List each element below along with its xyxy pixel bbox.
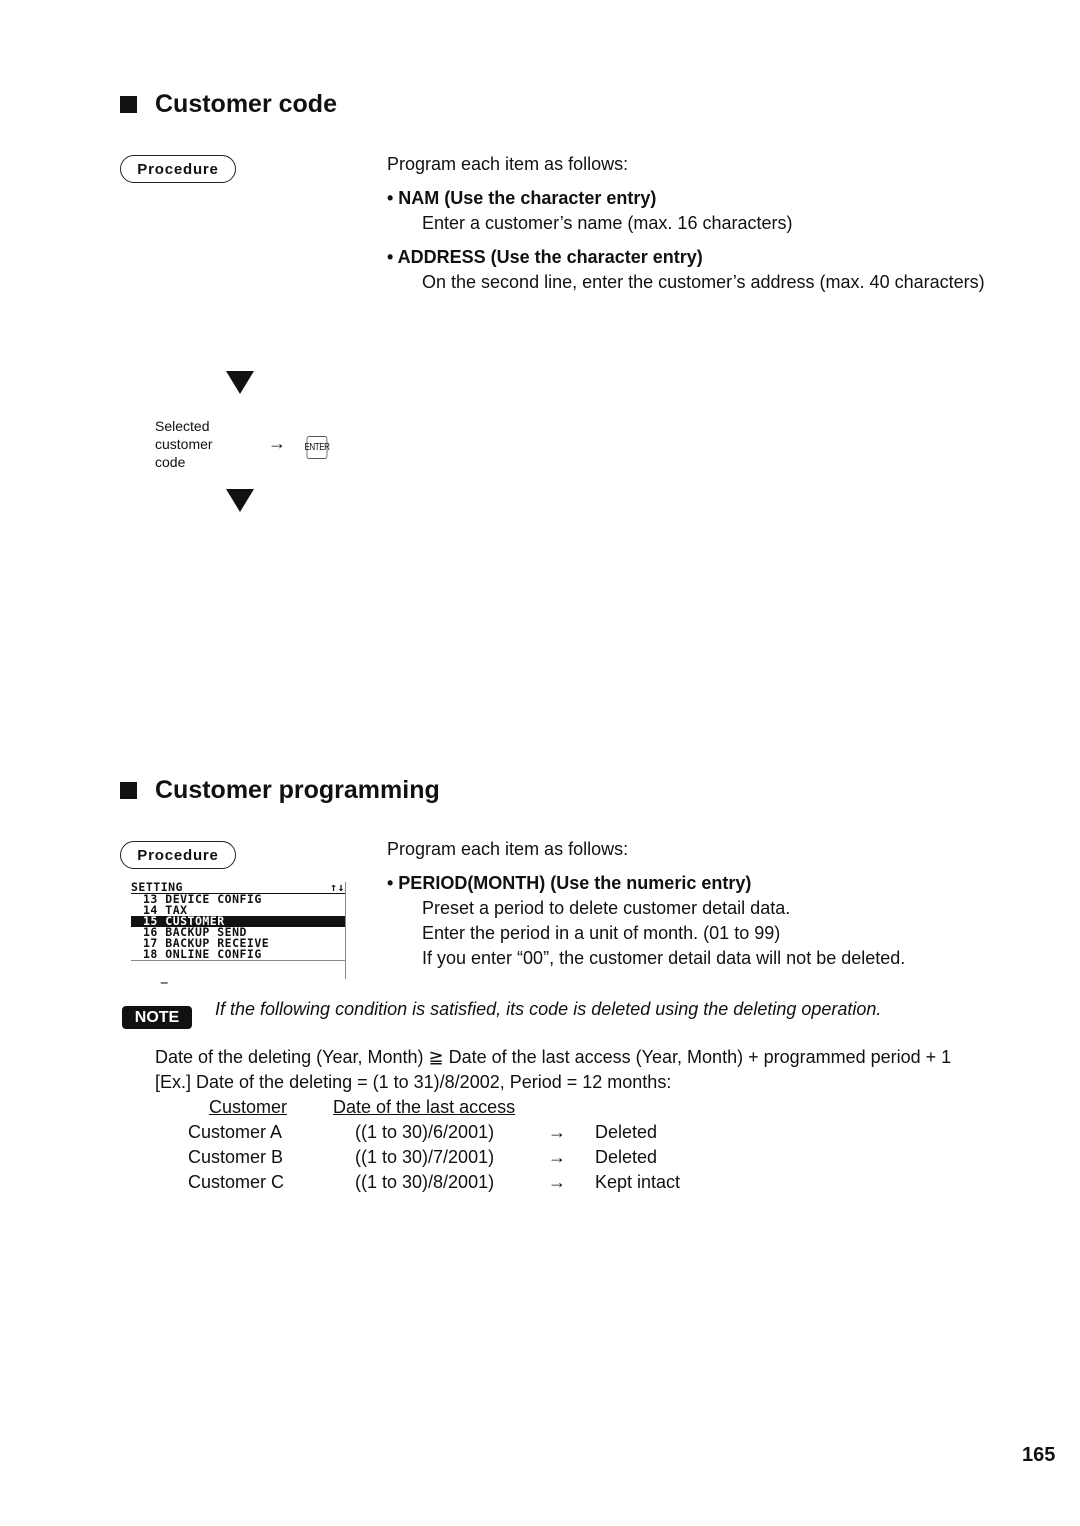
- right-arrow-icon: →: [268, 433, 286, 453]
- deletion-condition: Date of the deleting (Year, Month) ≧ Dat…: [155, 1047, 952, 1067]
- procedure-badge: Procedure: [120, 841, 236, 869]
- intro-text: Program each item as follows:: [387, 154, 629, 174]
- label-line: customer: [155, 436, 213, 452]
- cursor: _: [160, 970, 169, 984]
- item-label-nam: • NAM (Use the character entry): [387, 188, 657, 208]
- example-text: [Ex.] Date of the deleting = (1 to 31)/8…: [155, 1072, 672, 1092]
- note-text: If the following condition is satisfied,…: [215, 999, 882, 1019]
- item-desc-line: Enter the period in a unit of month. (01…: [422, 923, 781, 943]
- customer-name: Customer C: [188, 1172, 285, 1192]
- scroll-arrows-icon: ↑↓: [330, 880, 345, 894]
- section-heading-customer-programming: Customer programming: [120, 776, 440, 805]
- last-access-date: ((1 to 30)/8/2001): [355, 1172, 495, 1192]
- table-header-customer: Customer: [208, 1097, 288, 1117]
- customer-name: Customer A: [188, 1122, 283, 1142]
- square-bullet-icon: [120, 96, 137, 113]
- down-arrow-icon: [226, 489, 254, 512]
- item-label-address: • ADDRESS (Use the character entry): [387, 247, 703, 267]
- section-title: Customer programming: [155, 776, 440, 804]
- item-desc-address: On the second line, enter the customer’s…: [422, 272, 985, 292]
- enter-key-icon: ENTER: [304, 436, 330, 459]
- right-arrow-icon: →: [548, 1147, 566, 1167]
- intro-text: Program each item as follows:: [387, 839, 629, 859]
- table-header-date: Date of the last access: [333, 1097, 516, 1117]
- lcd-row: 18 ONLINE CONFIG: [143, 947, 262, 961]
- result: Deleted: [595, 1147, 658, 1167]
- result: Deleted: [595, 1122, 658, 1142]
- note-badge: NOTE: [122, 1006, 192, 1029]
- last-access-date: ((1 to 30)/7/2001): [355, 1147, 495, 1167]
- page-number: 165: [1022, 1444, 1056, 1466]
- down-arrow-icon: [226, 371, 254, 394]
- lcd-input-line: _: [131, 960, 345, 983]
- last-access-date: ((1 to 30)/6/2001): [355, 1122, 495, 1142]
- procedure-badge: Procedure: [120, 155, 236, 183]
- item-desc-nam: Enter a customer’s name (max. 16 charact…: [422, 213, 793, 233]
- result: Kept intact: [595, 1172, 681, 1192]
- customer-name: Customer B: [188, 1147, 284, 1167]
- item-desc-line: Preset a period to delete customer detai…: [422, 898, 791, 918]
- section-heading-customer-code: Customer code: [120, 90, 337, 119]
- lcd-screen: SETTING ↑↓ 13 DEVICE CONFIG 14 TAX 15 CU…: [131, 880, 346, 983]
- selected-customer-code-label: Selected customer code: [155, 417, 213, 471]
- section-title: Customer code: [155, 90, 337, 118]
- item-label-period: • PERIOD(MONTH) (Use the numeric entry): [387, 873, 752, 893]
- label-line: code: [155, 454, 186, 470]
- label-line: Selected: [155, 418, 210, 434]
- square-bullet-icon: [120, 782, 137, 799]
- right-arrow-icon: →: [548, 1172, 566, 1192]
- item-desc-line: If you enter “00”, the customer detail d…: [422, 948, 906, 968]
- right-arrow-icon: →: [548, 1122, 566, 1142]
